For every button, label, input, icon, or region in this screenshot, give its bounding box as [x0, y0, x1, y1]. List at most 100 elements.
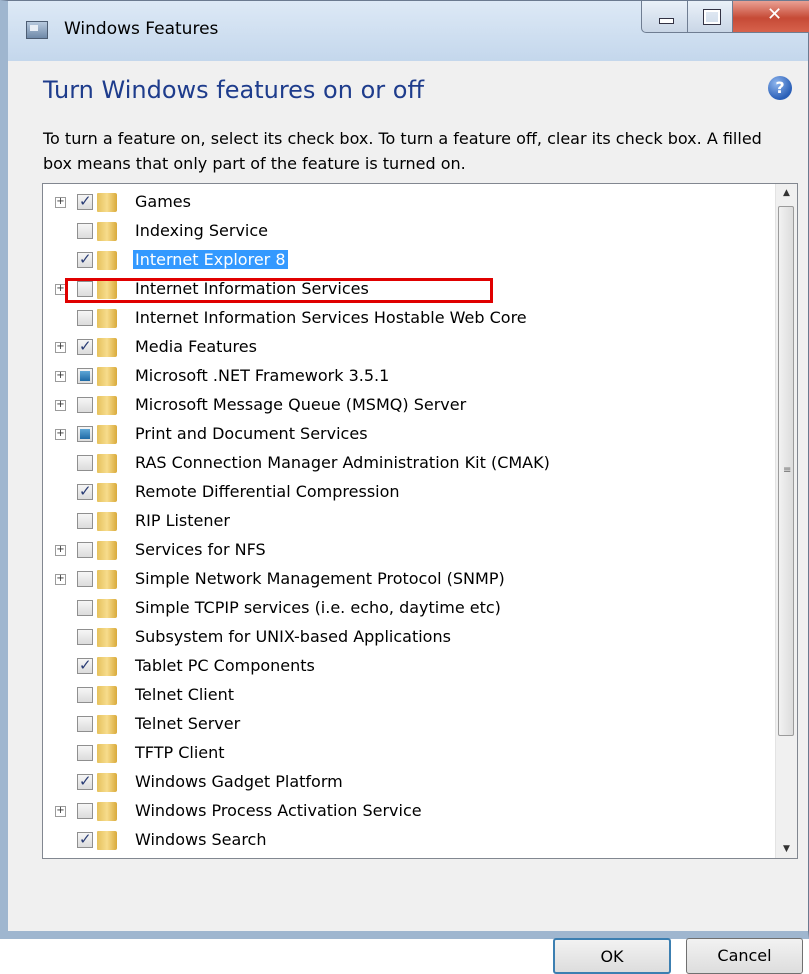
- feature-label[interactable]: RAS Connection Manager Administration Ki…: [133, 453, 552, 472]
- scrollbar-thumb[interactable]: ≡: [778, 206, 794, 736]
- feature-checkbox[interactable]: [77, 571, 93, 587]
- feature-label[interactable]: Games: [133, 192, 193, 211]
- feature-checkbox[interactable]: [77, 656, 93, 674]
- feature-row[interactable]: Telnet Client: [43, 681, 763, 710]
- feature-label[interactable]: Microsoft .NET Framework 3.5.1: [133, 366, 391, 385]
- feature-row[interactable]: Telnet Server: [43, 710, 763, 739]
- page-title: Turn Windows features on or off: [43, 76, 424, 104]
- feature-checkbox[interactable]: [77, 310, 93, 326]
- close-button[interactable]: ✕: [732, 1, 809, 33]
- expand-plus-icon[interactable]: +: [55, 197, 66, 208]
- feature-label[interactable]: TFTP Client: [133, 743, 227, 762]
- expand-plus-icon[interactable]: +: [55, 545, 66, 556]
- window-title: Windows Features: [64, 19, 219, 39]
- ok-button[interactable]: OK: [553, 938, 671, 974]
- feature-row[interactable]: Subsystem for UNIX-based Applications: [43, 623, 763, 652]
- folder-icon: [97, 715, 117, 734]
- expand-plus-icon[interactable]: +: [55, 371, 66, 382]
- feature-checkbox[interactable]: [77, 337, 93, 355]
- feature-checkbox[interactable]: [77, 629, 93, 645]
- expand-plus-icon[interactable]: +: [55, 342, 66, 353]
- feature-label[interactable]: Remote Differential Compression: [133, 482, 402, 501]
- folder-icon: [97, 773, 117, 792]
- feature-row[interactable]: Windows Search: [43, 826, 763, 855]
- feature-label[interactable]: Telnet Client: [133, 685, 236, 704]
- feature-checkbox[interactable]: [77, 426, 93, 442]
- feature-row[interactable]: Tablet PC Components: [43, 652, 763, 681]
- scroll-down-arrow-icon[interactable]: ▼: [776, 840, 797, 858]
- feature-label[interactable]: Windows Search: [133, 830, 268, 849]
- minimize-button[interactable]: [641, 1, 688, 33]
- feature-row[interactable]: Indexing Service: [43, 217, 763, 246]
- folder-icon: [97, 599, 117, 618]
- title-bar[interactable]: Windows Features ✕: [8, 1, 809, 61]
- feature-row[interactable]: RIP Listener: [43, 507, 763, 536]
- feature-row[interactable]: + Microsoft .NET Framework 3.5.1: [43, 362, 763, 391]
- expand-plus-icon[interactable]: +: [55, 429, 66, 440]
- feature-checkbox[interactable]: [77, 513, 93, 529]
- feature-row[interactable]: RAS Connection Manager Administration Ki…: [43, 449, 763, 478]
- feature-label[interactable]: Subsystem for UNIX-based Applications: [133, 627, 453, 646]
- feature-checkbox[interactable]: [77, 687, 93, 703]
- feature-checkbox[interactable]: [77, 600, 93, 616]
- feature-checkbox[interactable]: [77, 830, 93, 848]
- folder-icon: [97, 570, 117, 589]
- feature-row[interactable]: Internet Information Services Hostable W…: [43, 304, 763, 333]
- feature-row[interactable]: TFTP Client: [43, 739, 763, 768]
- feature-checkbox[interactable]: [77, 482, 93, 500]
- feature-checkbox[interactable]: [77, 803, 93, 819]
- feature-row[interactable]: Remote Differential Compression: [43, 478, 763, 507]
- feature-label[interactable]: Print and Document Services: [133, 424, 370, 443]
- feature-label[interactable]: Simple Network Management Protocol (SNMP…: [133, 569, 507, 588]
- instructions-text: To turn a feature on, select its check b…: [43, 129, 762, 173]
- feature-checkbox[interactable]: [77, 223, 93, 239]
- feature-checkbox[interactable]: [77, 455, 93, 471]
- feature-row[interactable]: Simple TCPIP services (i.e. echo, daytim…: [43, 594, 763, 623]
- feature-label[interactable]: Indexing Service: [133, 221, 270, 240]
- feature-checkbox[interactable]: [77, 368, 93, 384]
- feature-row[interactable]: + Services for NFS: [43, 536, 763, 565]
- feature-row[interactable]: Internet Explorer 8: [43, 246, 763, 275]
- feature-label[interactable]: Media Features: [133, 337, 259, 356]
- feature-checkbox[interactable]: [77, 716, 93, 732]
- feature-checkbox[interactable]: [77, 192, 93, 210]
- feature-checkbox[interactable]: [77, 542, 93, 558]
- expand-plus-icon[interactable]: +: [55, 574, 66, 585]
- expand-plus-icon[interactable]: +: [55, 806, 66, 817]
- feature-row[interactable]: + Print and Document Services: [43, 420, 763, 449]
- cancel-button[interactable]: Cancel: [686, 938, 803, 974]
- feature-label[interactable]: Windows Gadget Platform: [133, 772, 345, 791]
- minimize-icon: [659, 18, 674, 24]
- expand-plus-icon[interactable]: +: [55, 400, 66, 411]
- feature-label[interactable]: Services for NFS: [133, 540, 268, 559]
- feature-checkbox[interactable]: [77, 745, 93, 761]
- feature-row[interactable]: + Simple Network Management Protocol (SNM…: [43, 565, 763, 594]
- feature-row[interactable]: + Microsoft Message Queue (MSMQ) Server: [43, 391, 763, 420]
- feature-label[interactable]: RIP Listener: [133, 511, 232, 530]
- feature-checkbox[interactable]: [77, 250, 93, 268]
- feature-label[interactable]: Tablet PC Components: [133, 656, 317, 675]
- feature-row[interactable]: + Windows Process Activation Service: [43, 797, 763, 826]
- folder-icon: [97, 425, 117, 444]
- scroll-up-arrow-icon[interactable]: ▲: [776, 184, 797, 202]
- feature-label[interactable]: Windows Process Activation Service: [133, 801, 424, 820]
- help-icon[interactable]: ?: [768, 76, 792, 100]
- folder-icon: [97, 512, 117, 531]
- folder-icon: [97, 251, 117, 270]
- feature-label[interactable]: Internet Information Services Hostable W…: [133, 308, 529, 327]
- window-app-icon: [26, 21, 48, 39]
- maximize-button[interactable]: [687, 1, 733, 33]
- folder-icon: [97, 541, 117, 560]
- feature-label[interactable]: Microsoft Message Queue (MSMQ) Server: [133, 395, 468, 414]
- feature-row[interactable]: Windows Gadget Platform: [43, 768, 763, 797]
- folder-icon: [97, 338, 117, 357]
- vertical-scrollbar[interactable]: ▲ ≡ ▼: [775, 184, 797, 858]
- feature-label[interactable]: Internet Explorer 8: [133, 250, 288, 269]
- feature-row[interactable]: + Media Features: [43, 333, 763, 362]
- feature-checkbox[interactable]: [77, 397, 93, 413]
- feature-row[interactable]: + Games: [43, 188, 763, 217]
- feature-label[interactable]: Simple TCPIP services (i.e. echo, daytim…: [133, 598, 503, 617]
- feature-label[interactable]: Telnet Server: [133, 714, 242, 733]
- annotation-highlight-box: [65, 278, 493, 303]
- feature-checkbox[interactable]: [77, 772, 93, 790]
